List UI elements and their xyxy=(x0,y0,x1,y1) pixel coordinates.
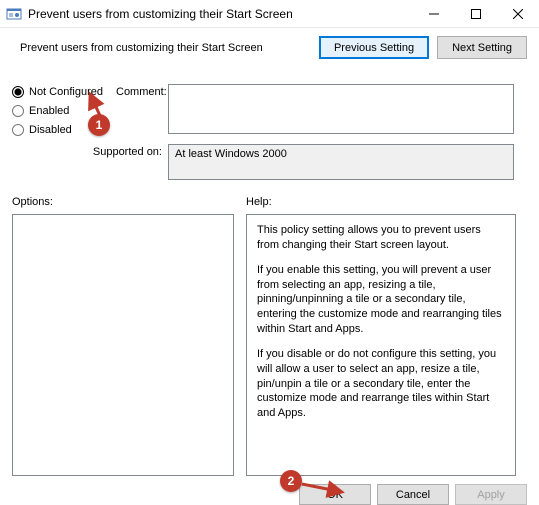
previous-setting-button[interactable]: Previous Setting xyxy=(319,36,429,59)
close-button[interactable] xyxy=(497,0,539,28)
radio-not-configured-input[interactable] xyxy=(12,86,24,98)
radio-disabled-label: Disabled xyxy=(29,124,72,136)
comment-label: Comment: xyxy=(116,86,167,98)
app-icon xyxy=(6,6,22,22)
supported-on-label: Supported on: xyxy=(82,146,162,158)
radio-not-configured[interactable]: Not Configured xyxy=(12,86,103,98)
radio-enabled[interactable]: Enabled xyxy=(12,105,103,117)
minimize-button[interactable] xyxy=(413,0,455,28)
window-title: Prevent users from customizing their Sta… xyxy=(28,7,413,21)
annotation-callout-1: 1 xyxy=(88,114,110,136)
options-panel xyxy=(12,214,234,476)
apply-button[interactable]: Apply xyxy=(455,484,527,505)
help-text-p2: If you enable this setting, you will pre… xyxy=(257,263,505,337)
dialog-button-row: OK Cancel Apply xyxy=(0,484,527,505)
radio-not-configured-label: Not Configured xyxy=(29,86,103,98)
annotation-callout-2: 2 xyxy=(280,470,302,492)
cancel-button[interactable]: Cancel xyxy=(377,484,449,505)
radio-disabled-input[interactable] xyxy=(12,124,24,136)
help-panel: This policy setting allows you to preven… xyxy=(246,214,516,476)
state-radio-group: Not Configured Enabled Disabled xyxy=(12,86,103,143)
comment-textarea[interactable] xyxy=(168,84,514,134)
maximize-button[interactable] xyxy=(455,0,497,28)
ok-button[interactable]: OK xyxy=(299,484,371,505)
radio-enabled-label: Enabled xyxy=(29,105,69,117)
radio-enabled-input[interactable] xyxy=(12,105,24,117)
options-label: Options: xyxy=(12,196,53,208)
supported-on-value: At least Windows 2000 xyxy=(168,144,514,180)
policy-subtitle: Prevent users from customizing their Sta… xyxy=(20,42,311,54)
help-label: Help: xyxy=(246,196,272,208)
next-setting-button[interactable]: Next Setting xyxy=(437,36,527,59)
title-bar: Prevent users from customizing their Sta… xyxy=(0,0,539,28)
help-text-p3: If you disable or do not configure this … xyxy=(257,347,505,421)
help-text-p1: This policy setting allows you to preven… xyxy=(257,223,505,253)
